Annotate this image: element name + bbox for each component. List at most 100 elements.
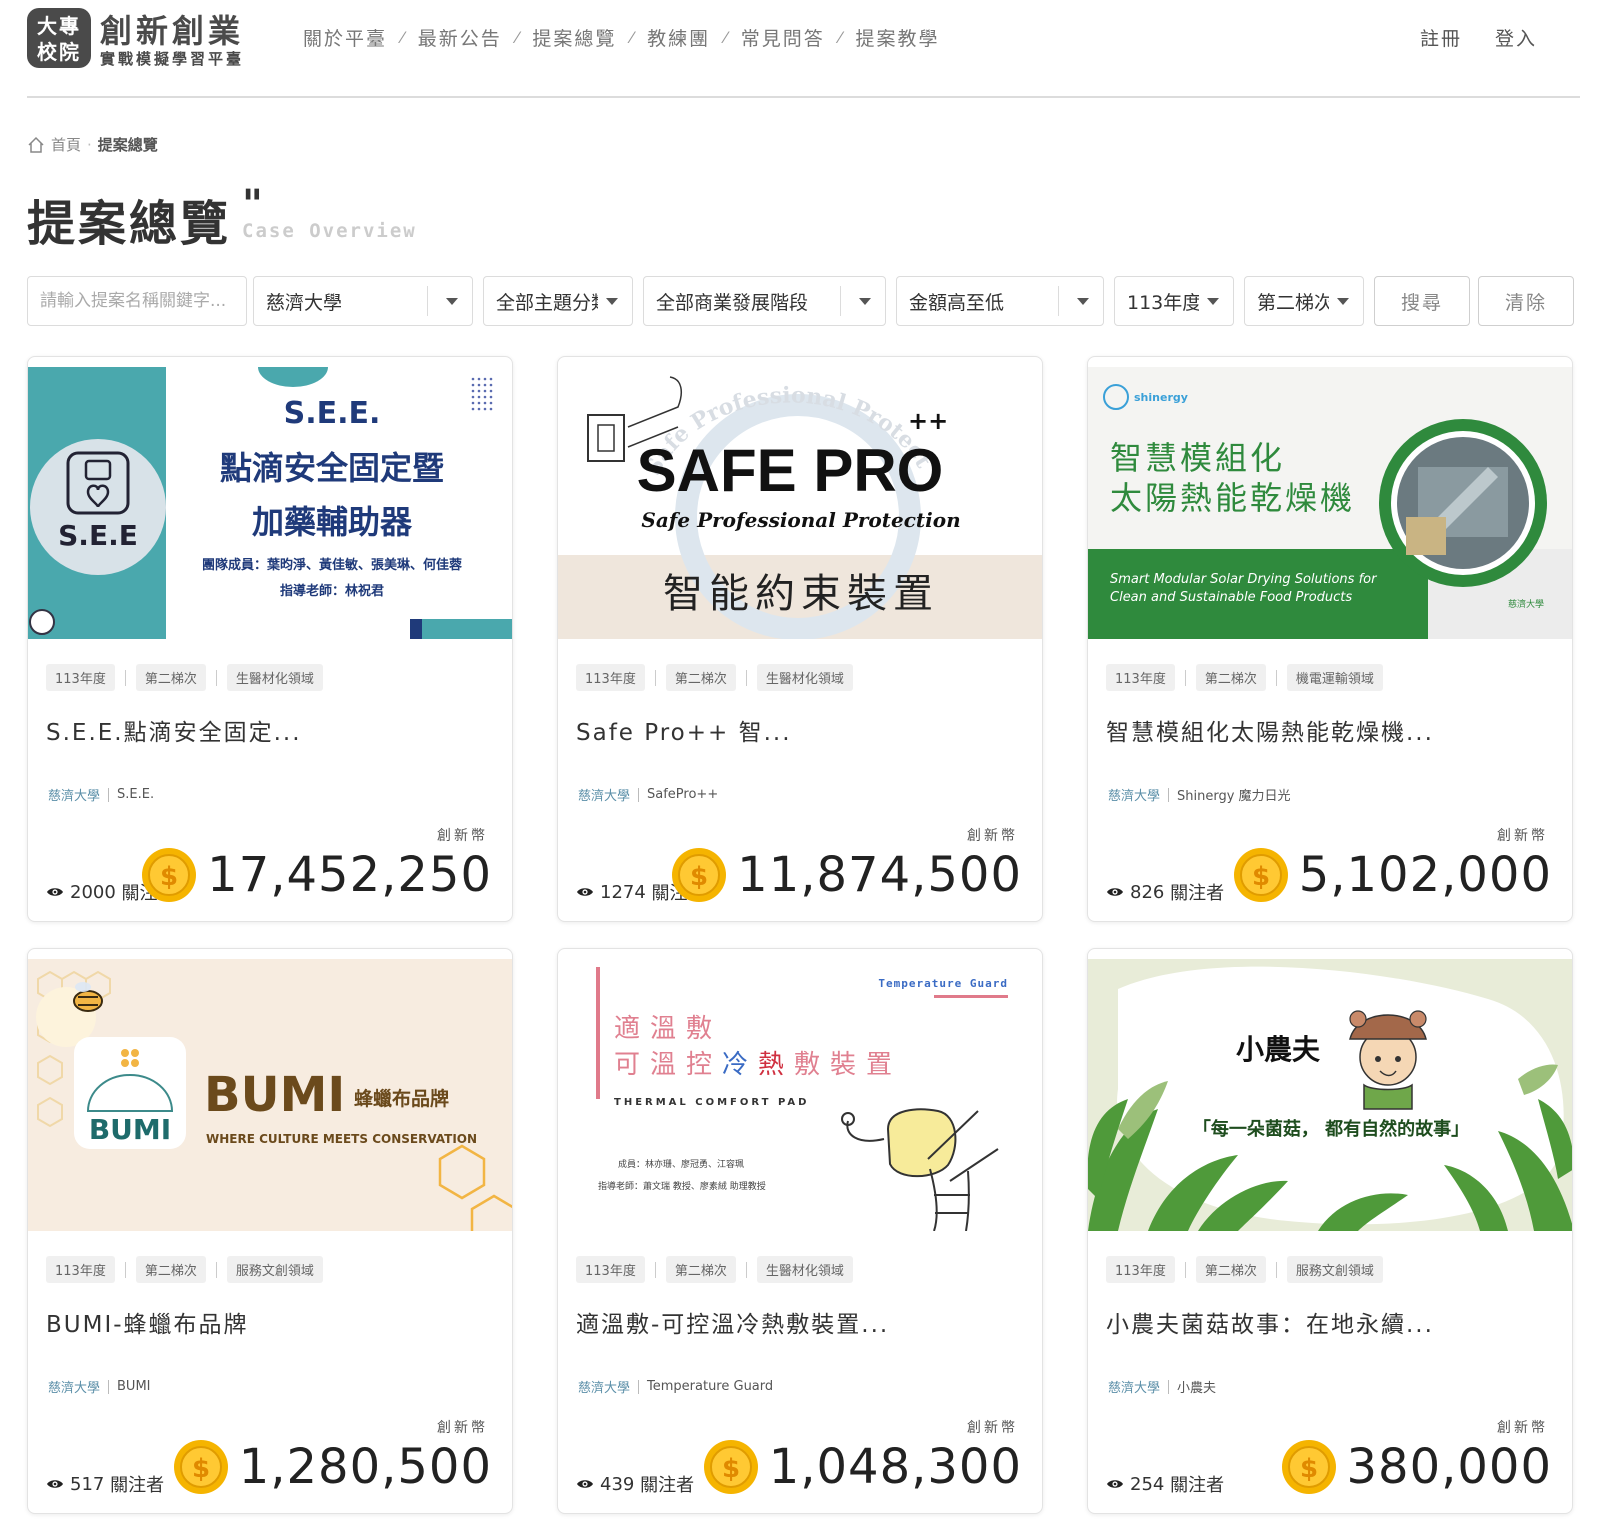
chevron-down-icon [1077,297,1089,305]
proposal-cover-image[interactable]: Safe Professional Protection SAFE PRO ++… [558,367,1042,639]
select-divider [427,286,428,316]
breadcrumb-dot: · [87,135,92,154]
cover-subtitle: Safe Professional Protection [641,508,960,532]
brand-title[interactable]: 創新創業 [100,6,244,52]
coin-label: 創新幣 [437,1420,488,1436]
card-title[interactable]: 適溫敷-可控溫冷熱敷裝置... [576,1305,889,1339]
cover-chinese: 智能約束裝置 [663,571,939,617]
proposal-card[interactable]: Safe Professional Protection SAFE PRO ++… [557,356,1043,922]
followers-suffix: 關注者 [1170,1475,1225,1496]
school-select[interactable]: 慈濟大學 [253,276,473,326]
tag-round: 第二梯次 [665,664,736,691]
cover-slogan: WHERE CULTURE MEETS CONSERVATION [206,1132,477,1146]
proposal-card[interactable]: shinergy 智慧模組化 太陽熱能乾燥機 Smart Modular Sol… [1087,356,1573,922]
tag-separator [124,1261,126,1278]
page-subtitle: Case Overview [242,220,417,242]
quote-mark: " [242,182,263,228]
cover-members: 成員：林亦珊、廖冠勇、江容珮 [618,1158,744,1170]
eye-icon [47,1480,63,1488]
nav-item-proposals[interactable]: 提案總覽 [532,24,616,51]
chevron-down-icon [859,297,871,305]
nav-item-about[interactable]: 關於平臺 [303,24,387,51]
login-link[interactable]: 登入 [1495,24,1537,51]
cover-en2: Clean and Sustainable Food Products [1110,590,1352,605]
proposal-cover-image[interactable]: S.E.E S.E.E. 點滴安全固定暨 加藥輔助器 團隊成員：葉昀淨、黃佳敏、… [28,367,512,639]
tag-year: 113年度 [1106,664,1175,691]
nav-separator: ⁄ [724,28,727,47]
stage-select[interactable]: 全部商業發展階段 [643,276,886,326]
clear-button[interactable]: 清除 [1478,276,1574,326]
coin-amount: $ 380,000 [1281,1439,1553,1495]
nav-separator: ⁄ [401,28,404,47]
brand-badge[interactable]: 大專 校院 [27,8,91,68]
card-tags: 113年度 第二梯次 服務文創領域 [46,1256,323,1283]
followers-count: 439 關注者 [576,1471,694,1497]
tag-field: 機電運輸領域 [1286,664,1383,691]
proposal-card[interactable]: BUMI BUMI 蜂蠟布品牌 WHERE CULTURE MEETS CONS… [27,948,513,1514]
coin-icon: $ [142,848,197,902]
tag-field: 服務文創領域 [226,1256,323,1283]
card-title[interactable]: Safe Pro++ 智... [576,713,792,747]
amount-value: 1,280,500 [238,1439,492,1495]
nav-item-tutorial[interactable]: 提案教學 [855,24,939,51]
select-divider [840,286,841,316]
coin-amount: $ 17,452,250 [141,847,492,903]
card-title[interactable]: S.E.E.點滴安全固定... [46,713,302,747]
card-school[interactable]: 慈濟大學 [1108,785,1160,804]
proposal-card[interactable]: 小農夫 「每一朵菌菇， 都有自然的故事」 113年度 第二梯次 服務文創領域 小… [1087,948,1573,1514]
sort-select[interactable]: 金額高至低 [896,276,1104,326]
proposal-cover-image[interactable]: 小農夫 「每一朵菌菇， 都有自然的故事」 [1088,959,1572,1231]
card-meta: 慈濟大學 SafePro++ [578,785,718,804]
followers-count: 826 關注者 [1106,879,1224,905]
card-team: 小農夫 [1177,1381,1217,1396]
card-title[interactable]: BUMI-蜂蠟布品牌 [46,1305,249,1339]
card-tags: 113年度 第二梯次 生醫材化領域 [46,664,323,691]
eye-icon [1107,888,1123,896]
meta-separator [1168,787,1170,802]
cover-brand: shinergy [1134,391,1188,404]
nav-item-faq[interactable]: 常見問答 [741,24,825,51]
year-select[interactable]: 113年度 [1114,276,1234,326]
brand-badge-line2: 校院 [37,40,81,64]
followers-number: 254 [1130,1473,1165,1495]
nav-item-coaches[interactable]: 教練團 [647,24,710,51]
card-team: Temperature Guard [647,1379,774,1394]
home-icon[interactable] [27,136,45,154]
proposal-cover-image[interactable]: BUMI BUMI 蜂蠟布品牌 WHERE CULTURE MEETS CONS… [28,959,512,1231]
tag-separator [654,1261,656,1278]
nav-item-announcements[interactable]: 最新公告 [418,24,502,51]
register-link[interactable]: 註冊 [1420,24,1462,51]
keyword-search-input[interactable] [27,276,247,326]
breadcrumb-home[interactable]: 首頁 [51,134,81,155]
coin-amount: $ 11,874,500 [671,847,1022,903]
meta-separator [638,787,640,802]
cover-en: THERMAL COMFORT PAD [614,1097,809,1108]
topic-select[interactable]: 全部主題分類 [483,276,633,326]
amount-value: 5,102,000 [1298,847,1552,903]
eye-icon [1107,1480,1123,1488]
card-school[interactable]: 慈濟大學 [1108,1377,1160,1396]
site-header: 大專 校院 創新創業 實戰模擬學習平臺 關於平臺 ⁄ 最新公告 ⁄ 提案總覽 ⁄… [0,0,1600,98]
card-meta: 慈濟大學 Temperature Guard [578,1377,773,1396]
coin-label: 創新幣 [967,1420,1018,1436]
coin-amount: $ 5,102,000 [1233,847,1552,903]
followers-number: 826 [1130,881,1165,903]
coin-icon: $ [1233,848,1288,902]
proposal-card[interactable]: Temperature Guard 適溫敷 可溫控冷熱敷裝置 THERMAL C… [557,948,1043,1514]
proposal-card[interactable]: S.E.E S.E.E. 點滴安全固定暨 加藥輔助器 團隊成員：葉昀淨、黃佳敏、… [27,356,513,922]
coin-label: 創新幣 [1497,1420,1548,1436]
proposal-cover-image[interactable]: shinergy 智慧模組化 太陽熱能乾燥機 Smart Modular Sol… [1088,367,1572,639]
coin-icon: $ [173,1440,228,1494]
meta-separator [1168,1379,1170,1394]
search-button[interactable]: 搜尋 [1374,276,1470,326]
proposal-cover-image[interactable]: Temperature Guard 適溫敷 可溫控冷熱敷裝置 THERMAL C… [558,959,1042,1231]
round-select[interactable]: 第二梯次 [1244,276,1364,326]
card-school[interactable]: 慈濟大學 [578,785,630,804]
card-school[interactable]: 慈濟大學 [48,785,100,804]
cover-tagline: 蜂蠟布品牌 [354,1087,449,1110]
coin-icon: $ [1281,1440,1336,1494]
card-title[interactable]: 智慧模組化太陽熱能乾燥機... [1106,713,1434,747]
card-school[interactable]: 慈濟大學 [48,1377,100,1396]
card-title[interactable]: 小農夫菌菇故事：在地永續... [1106,1305,1434,1339]
card-school[interactable]: 慈濟大學 [578,1377,630,1396]
